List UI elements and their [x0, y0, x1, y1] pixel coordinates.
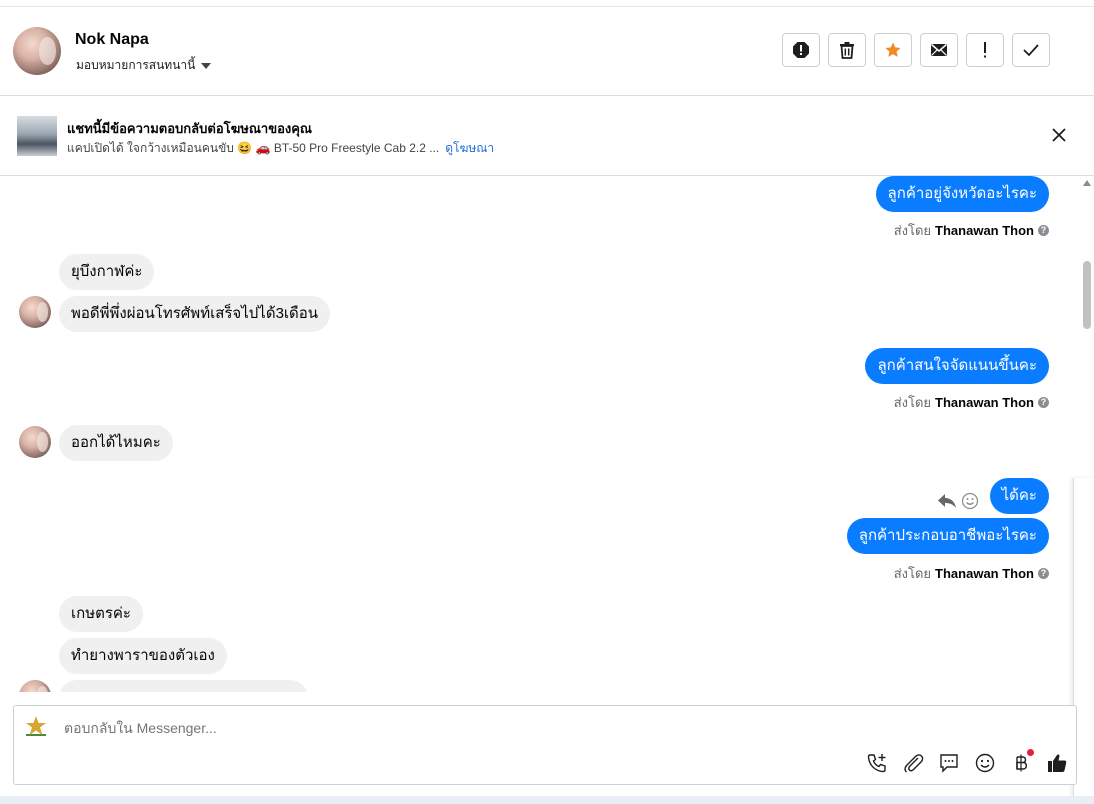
- saved-reply-button[interactable]: [938, 752, 960, 774]
- emoji-button[interactable]: [974, 752, 996, 774]
- call-button[interactable]: [866, 752, 888, 774]
- reply-composer: [13, 705, 1077, 785]
- message-outgoing[interactable]: ได้คะ: [989, 478, 1049, 514]
- message-incoming[interactable]: ยุบึงกาฬค่ะ: [59, 254, 155, 290]
- message-outgoing[interactable]: ลูกค้าประกอบอาชีพอะไรคะ: [846, 518, 1049, 554]
- exclamation-icon: [984, 42, 986, 58]
- message-incoming[interactable]: ทำยางพาราของตัวเอง: [59, 638, 227, 674]
- bottom-strip: [0, 796, 1094, 804]
- like-button[interactable]: [1046, 752, 1068, 774]
- contact-avatar[interactable]: [13, 27, 61, 75]
- react-emoji-icon[interactable]: [961, 492, 979, 510]
- alert-icon: [793, 42, 809, 58]
- mark-unread-button[interactable]: [920, 33, 958, 67]
- phone-add-icon: [867, 754, 886, 773]
- star-icon: [885, 42, 901, 57]
- message-outgoing[interactable]: ลูกค้าอยู่จังหวัดอะไรคะ: [875, 176, 1049, 212]
- ad-reply-banner: แชทนี้มีข้อความตอบกลับต่อโฆษณาของคุณ แคป…: [0, 96, 1094, 176]
- ad-banner-subtitle: แคปเปิดได้ ใจกว้างเหมือนคนขับ 😆 🚗 BT-50 …: [67, 139, 494, 158]
- sent-by-prefix: ส่งโดย: [893, 223, 932, 238]
- follow-up-button[interactable]: [966, 33, 1004, 67]
- saved-reply-icon: [940, 754, 958, 773]
- scroll-thumb[interactable]: [1083, 261, 1091, 329]
- message-incoming-partial[interactable]: [59, 680, 308, 692]
- conversation-header: Nok Napa มอบหมายการสนทนานี้: [0, 7, 1094, 96]
- thumbs-up-icon: [1048, 754, 1067, 772]
- view-ad-link[interactable]: ดูโฆษณา: [445, 139, 494, 158]
- caret-down-icon: [201, 62, 212, 69]
- mark-spam-button[interactable]: [782, 33, 820, 67]
- sender-name: Thanawan Thon: [935, 395, 1034, 410]
- emoji-icon: [975, 753, 995, 773]
- header-actions: [782, 33, 1050, 67]
- message-outgoing[interactable]: ลูกค้าสนใจจัดแนนขึ้นคะ: [865, 348, 1049, 384]
- sent-by-prefix: ส่งโดย: [893, 566, 932, 581]
- ad-thumbnail[interactable]: [17, 116, 57, 156]
- message-thread[interactable]: ลูกค้าอยู่จังหวัดอะไรคะ ส่งโดย Thanawan …: [0, 176, 1080, 692]
- sent-by-prefix: ส่งโดย: [893, 395, 932, 410]
- composer-tools: [866, 749, 1068, 774]
- contact-avatar-small: [19, 426, 51, 458]
- contact-avatar-small: [19, 680, 51, 692]
- trash-icon: [840, 42, 854, 59]
- paperclip-icon: [904, 754, 924, 773]
- message-incoming[interactable]: พอดีพี่พึ่งผ่อนโทรศัพท์เสร็จไปได้3เดือน: [59, 296, 331, 332]
- contact-name[interactable]: Nok Napa: [75, 31, 149, 49]
- help-icon[interactable]: ?: [1038, 397, 1049, 408]
- check-icon: [1023, 44, 1039, 57]
- sent-by-label: ส่งโดย Thanawan Thon ?: [894, 392, 1049, 413]
- ad-banner-title: แชทนี้มีข้อความตอบกลับต่อโฆษณาของคุณ: [67, 121, 312, 136]
- assign-dropdown[interactable]: มอบหมายการสนทนานี้: [76, 56, 212, 75]
- help-icon[interactable]: ?: [1038, 225, 1049, 236]
- contact-avatar-small: [19, 296, 51, 328]
- payment-button[interactable]: [1010, 749, 1034, 774]
- scroll-up-arrow-icon[interactable]: [1083, 180, 1091, 186]
- ad-text: แคปเปิดได้ ใจกว้างเหมือนคนขับ 😆 🚗 BT-50 …: [67, 141, 440, 155]
- message-incoming[interactable]: เกษตรค่ะ: [59, 596, 143, 632]
- message-incoming[interactable]: ออกได้ไหมคะ: [59, 425, 173, 461]
- notification-dot: [1027, 749, 1034, 756]
- help-icon[interactable]: ?: [1038, 568, 1049, 579]
- mark-done-button[interactable]: [1012, 33, 1050, 67]
- sent-by-label: ส่งโดย Thanawan Thon ?: [894, 220, 1049, 241]
- page-logo-icon: [26, 716, 46, 736]
- attach-button[interactable]: [902, 752, 924, 774]
- envelope-icon: [931, 43, 947, 56]
- star-button[interactable]: [874, 33, 912, 67]
- reply-icon[interactable]: [937, 492, 957, 510]
- delete-button[interactable]: [828, 33, 866, 67]
- reply-input[interactable]: [62, 719, 666, 737]
- sender-name: Thanawan Thon: [935, 223, 1034, 238]
- assign-label: มอบหมายการสนทนานี้: [76, 58, 196, 72]
- sent-by-label: ส่งโดย Thanawan Thon ?: [894, 563, 1049, 584]
- sender-name: Thanawan Thon: [935, 566, 1034, 581]
- close-icon[interactable]: [1050, 126, 1068, 144]
